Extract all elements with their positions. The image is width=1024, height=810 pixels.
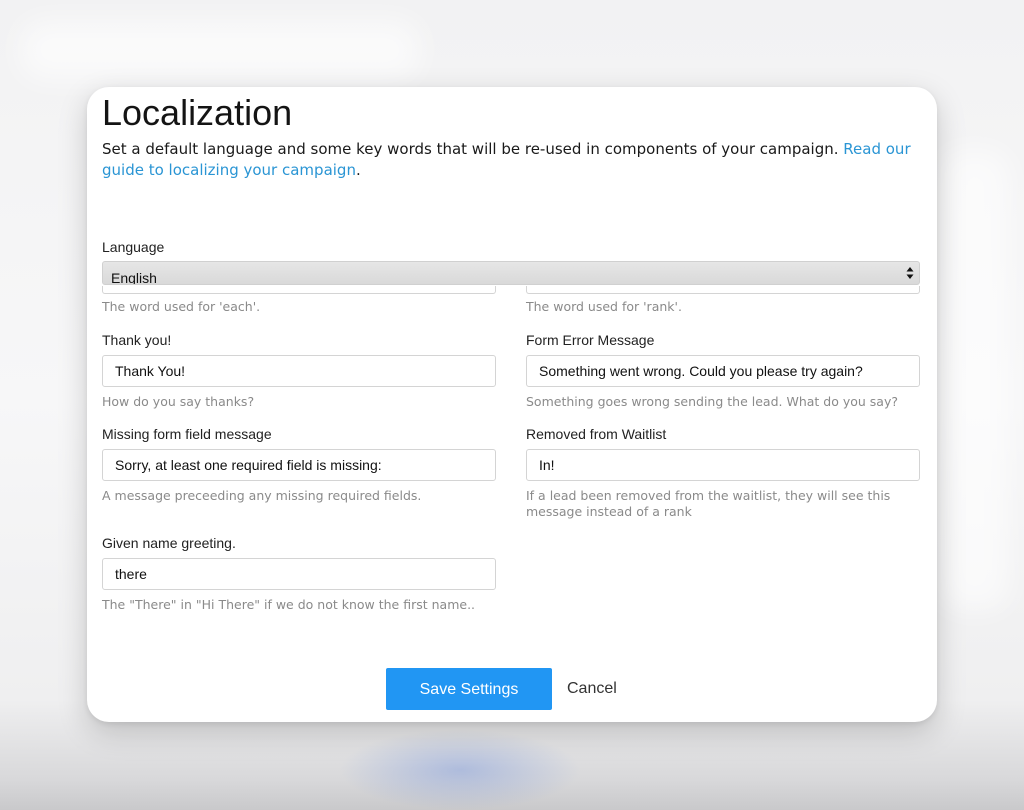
removed-waitlist-label: Removed from Waitlist [526, 426, 667, 442]
description-end: . [355, 161, 361, 179]
save-settings-button[interactable]: Save Settings [386, 668, 552, 710]
language-label: Language [102, 239, 165, 255]
removed-waitlist-help: If a lead been removed from the waitlist… [526, 488, 891, 519]
language-select[interactable]: English [102, 261, 920, 285]
thank-you-help: How do you say thanks? [102, 394, 255, 409]
rank-help-text: The word used for 'rank'. [526, 299, 682, 314]
given-name-input[interactable]: there [102, 558, 496, 590]
select-arrows-icon [906, 267, 914, 279]
missing-field-input[interactable]: Sorry, at least one required field is mi… [102, 449, 496, 481]
given-name-label: Given name greeting. [102, 535, 236, 551]
missing-field-label: Missing form field message [102, 426, 272, 442]
rank-word-input[interactable] [526, 286, 920, 294]
form-error-input[interactable]: Something went wrong. Could you please t… [526, 355, 920, 387]
form-error-label: Form Error Message [526, 332, 655, 348]
missing-field-help: A message preceeding any missing require… [102, 488, 422, 503]
language-selected-value: English [111, 270, 157, 285]
background-card-blur [940, 150, 1010, 610]
background-card-blur [20, 20, 420, 80]
description-text: Set a default language and some key word… [102, 140, 844, 158]
form-error-help: Something goes wrong sending the lead. W… [526, 394, 898, 409]
modal-description: Set a default language and some key word… [102, 139, 917, 181]
each-word-input[interactable] [102, 286, 496, 294]
modal-title: Localization [102, 92, 293, 133]
removed-waitlist-input[interactable]: In! [526, 449, 920, 481]
thank-you-input[interactable]: Thank You! [102, 355, 496, 387]
localization-modal: Localization Set a default language and … [87, 87, 937, 722]
thank-you-label: Thank you! [102, 332, 172, 348]
given-name-help: The "There" in "Hi There" if we do not k… [102, 597, 476, 612]
each-help-text: The word used for 'each'. [102, 299, 261, 314]
cancel-button[interactable]: Cancel [555, 668, 629, 710]
